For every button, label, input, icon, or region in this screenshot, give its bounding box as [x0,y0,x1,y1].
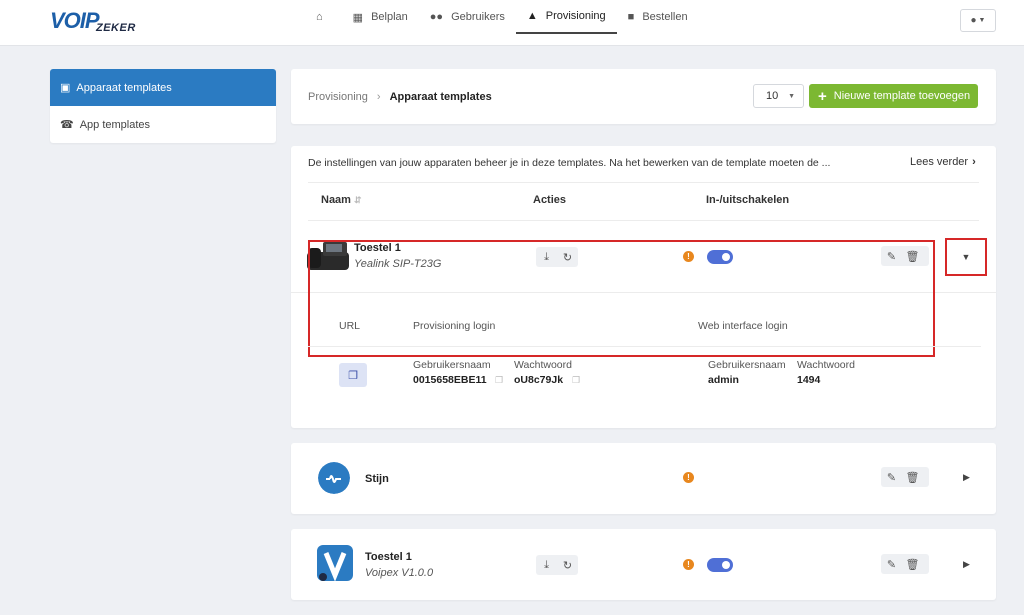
divider [308,346,981,347]
read-more-link[interactable]: Lees verder › [910,156,976,168]
download-icon[interactable]: ⤓ [536,559,557,572]
divider [308,182,979,183]
pencil-icon[interactable]: ✎ [881,471,902,484]
row-model: Voipex V1.0.0 [365,567,434,579]
breadcrumb-root[interactable]: Provisioning [308,91,368,103]
prov-password-value: oU8c79Jk [514,374,564,386]
web-username-value: admin [708,374,739,386]
warning-icon[interactable]: ! [683,559,694,570]
nav-belplan-label: Belplan [371,11,408,23]
read-more-label: Lees verder [910,156,969,168]
web-interface-login-label: Web interface login [698,320,788,332]
row-name: Toestel 1 [365,551,412,563]
nav-gebruikers-label: Gebruikers [451,11,505,23]
info-text: De instellingen van jouw apparaten behee… [308,157,831,169]
web-password-label: Wachtwoord [797,359,855,371]
expand-row-button[interactable]: ▶ [963,559,970,570]
users-icon: ●● [429,11,444,23]
collapse-row-button[interactable]: ▼ [945,238,987,276]
trash-icon[interactable]: 🗑 [902,558,923,571]
column-header-toggle: In-/uitschakelen [706,194,790,206]
table-row: Toestel 1 Voipex V1.0.0 ⤓ ↻ ! ✎ 🗑 ▶ [291,529,996,600]
add-template-button[interactable]: + Nieuwe template toevoegen [809,84,978,108]
chevron-down-icon: ▼ [788,93,795,100]
pencil-icon[interactable]: ✎ [881,558,902,571]
template-icon: ▣ [60,82,71,94]
prov-username-label: Gebruikersnaam [413,359,491,371]
voipzeker-logo[interactable]: VOIP ZEKER [50,8,142,36]
page-size-select[interactable]: 10 ▼ [753,84,804,108]
refresh-icon[interactable]: ↻ [557,559,578,572]
toolbar-card: Provisioning › Apparaat templates 10 ▼ +… [291,69,996,124]
column-header-name-label: Naam [321,194,351,206]
nav-belplan[interactable]: ▦ Belplan [342,0,419,34]
sort-icon: ⇵ [353,195,362,205]
top-bar: VOIP ZEKER ⌂ ▦ Belplan ●● Gebruikers ▲ P… [0,0,1024,46]
provisioning-details-highlight [308,240,935,357]
column-header-actions: Acties [533,194,567,206]
expand-row-button[interactable]: ▶ [963,472,970,483]
user-menu-button[interactable]: ● ▼ [960,9,996,32]
chevron-down-icon: ▼ [961,252,971,262]
home-icon: ⌂ [316,11,323,23]
copy-icon[interactable]: ❐ [572,375,580,386]
plus-icon: + [818,87,827,105]
user-icon: ● [970,15,977,26]
nav-gebruikers[interactable]: ●● Gebruikers [419,0,516,34]
chevron-right-icon: ▶ [963,559,970,569]
sidebar-item-label: Apparaat templates [76,81,172,94]
copy-icon[interactable]: ❐ [495,375,503,386]
row-name: Stijn [365,473,389,485]
logo-main-text: VOIP [50,8,100,33]
provisioning-icon: ▲ [526,10,538,22]
prov-password-label: Wachtwoord [514,359,572,371]
sidebar-item-app-templates[interactable]: ☎ App templates [50,106,276,143]
sidebar: ▣ Apparaat templates ☎ App templates [50,69,276,143]
voipex-logo-image [317,545,353,582]
sitemap-icon: ▦ [352,11,364,24]
nav-provisioning[interactable]: ▲ Provisioning [515,0,617,34]
row-edit-actions: ✎ 🗑 [881,467,929,487]
nav-provisioning-label: Provisioning [545,10,606,22]
sidebar-item-apparaat-templates[interactable]: ▣ Apparaat templates [50,69,276,106]
breadcrumb-current: Apparaat templates [389,91,492,103]
row-edit-actions: ✎ 🗑 [881,554,929,574]
nav-home[interactable]: ⌂ [305,0,342,34]
copy-icon: ❐ [348,369,358,382]
nav-bestellen-label: Bestellen [642,11,688,23]
row-actions: ⤓ ↻ [536,555,578,575]
chevron-right-icon: › [376,91,381,103]
table-row: Stijn ! ✎ 🗑 ▶ [291,443,996,514]
breadcrumb: Provisioning › Apparaat templates [308,91,492,103]
column-header-name[interactable]: Naam ⇵ [321,194,362,206]
chevron-down-icon: ▼ [978,17,986,24]
sidebar-item-label: App templates [79,118,151,131]
page-size-value: 10 [766,90,779,102]
logo-sub-text: ZEKER [96,22,136,34]
chevron-right-icon: › [972,156,976,168]
prov-username-value: 0015658EBE11 [413,374,487,386]
chevron-right-icon: ▶ [963,472,970,482]
cart-icon: ■ [627,11,635,23]
url-label: URL [339,320,361,332]
web-password-value: 1494 [797,374,821,386]
enable-toggle[interactable] [707,558,733,572]
web-username-label: Gebruikersnaam [708,359,786,371]
provisioning-login-label: Provisioning login [413,320,496,332]
phone-icon: ☎ [60,119,74,131]
main-nav: ⌂ ▦ Belplan ●● Gebruikers ▲ Provisioning… [305,0,699,46]
warning-icon[interactable]: ! [683,472,694,483]
app-avatar-image [318,462,350,494]
nav-bestellen[interactable]: ■ Bestellen [617,0,699,34]
add-template-label: Nieuwe template toevoegen [833,90,971,102]
trash-icon[interactable]: 🗑 [902,471,923,484]
copy-url-button[interactable]: ❐ [339,363,367,387]
template-list-card: De instellingen van jouw apparaten behee… [291,146,996,428]
